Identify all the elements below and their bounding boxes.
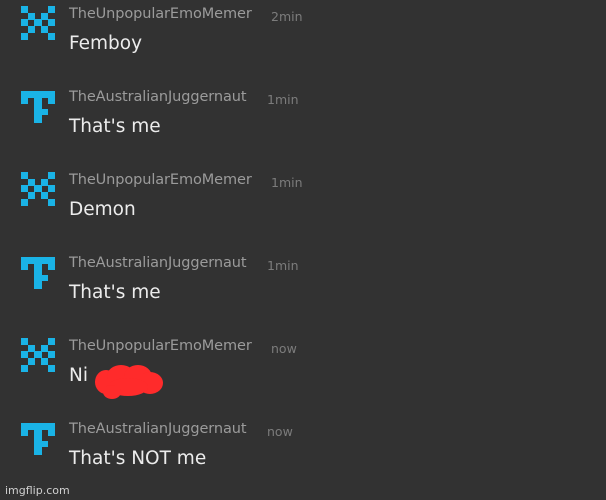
pixel-x-icon — [21, 172, 55, 206]
comment-item: TheAustralianJuggernaut 1min That's me — [0, 83, 606, 166]
username[interactable]: TheAustralianJuggernaut — [69, 421, 247, 437]
comment-item: TheAustralianJuggernaut now That's NOT m… — [0, 415, 606, 498]
pixel-x-icon — [21, 338, 55, 372]
avatar[interactable] — [21, 421, 55, 455]
pixel-t-icon — [21, 423, 55, 455]
pixel-t-icon — [21, 257, 55, 289]
comment-text: Femboy — [69, 33, 143, 54]
avatar[interactable] — [21, 338, 55, 372]
comment-text: That's NOT me — [69, 448, 207, 469]
red-censor-scribble — [95, 365, 163, 399]
pixel-t-icon — [21, 91, 55, 123]
comment-item: TheUnpopularEmoMemer 1min Demon — [0, 166, 606, 249]
timestamp: 1min — [267, 258, 299, 273]
avatar[interactable] — [21, 6, 55, 40]
timestamp: 1min — [267, 92, 299, 107]
username[interactable]: TheUnpopularEmoMemer — [69, 338, 252, 354]
avatar[interactable] — [21, 255, 55, 289]
imgflip-watermark: imgflip.com — [5, 484, 70, 497]
timestamp: 2min — [271, 9, 303, 24]
username[interactable]: TheAustralianJuggernaut — [69, 255, 247, 271]
comment-text: That's me — [69, 282, 161, 303]
timestamp: now — [271, 341, 297, 356]
username[interactable]: TheUnpopularEmoMemer — [69, 172, 252, 188]
comment-text: That's me — [69, 116, 161, 137]
comment-text: Demon — [69, 199, 136, 220]
comment-text: Ni — [69, 365, 88, 386]
avatar[interactable] — [21, 89, 55, 123]
username[interactable]: TheUnpopularEmoMemer — [69, 6, 252, 22]
pixel-x-icon — [21, 6, 55, 40]
timestamp: 1min — [271, 175, 303, 190]
timestamp: now — [267, 424, 293, 439]
comment-item: TheAustralianJuggernaut 1min That's me — [0, 249, 606, 332]
username[interactable]: TheAustralianJuggernaut — [69, 89, 247, 105]
comment-item: TheUnpopularEmoMemer 2min Femboy — [0, 0, 606, 83]
avatar[interactable] — [21, 172, 55, 206]
